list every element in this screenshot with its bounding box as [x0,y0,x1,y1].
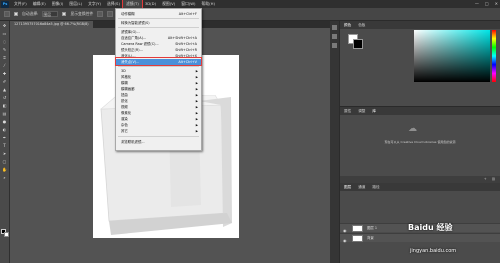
menu-item-browse-online[interactable]: 浏览联机滤镜... [116,139,201,145]
marquee-icon[interactable]: ▭ [2,31,8,37]
auto-select-label: 自动选择: [22,11,39,16]
layer-row[interactable]: ◉ 背景 [340,233,500,245]
panel-icon-strip [330,21,340,263]
menu-edit[interactable]: 编辑(E) [30,0,49,8]
document-tab[interactable]: 1271395757016a84a5.jpg @ 66.7%(RGB/8) [10,21,93,28]
menu-help[interactable]: 帮助(H) [199,0,218,8]
tab-libraries[interactable]: 库 [372,109,376,114]
close-icon[interactable]: ✕ [495,0,498,8]
options-bar: 自动选择: 图层 显示变换控件 [0,8,500,21]
chevron-right-icon: ▶ [195,129,198,133]
auto-select-checkbox[interactable] [14,12,18,16]
highlight-box-vanishing-point [115,57,202,66]
watermark-url: jingyan.baidu.com [410,248,457,254]
properties-panel-icon[interactable] [332,34,337,39]
eyedropper-icon[interactable]: ⁄ [2,63,8,69]
menu-separator [118,66,199,67]
gradient-icon[interactable]: ▤ [2,111,8,117]
maximize-icon[interactable]: □ [485,0,489,8]
auto-select-dropdown[interactable]: 图层 [42,11,59,17]
tab-channels[interactable]: 通道 [358,185,365,190]
menu-item-last-filter[interactable]: 动作模糊 Alt+Ctrl+F [116,11,201,17]
eraser-icon[interactable]: ◧ [2,103,8,109]
type-icon[interactable]: T [2,143,8,149]
trash-icon[interactable]: ▥ [492,177,495,181]
libraries-message: 现在可以从 Creative Cloud Libraries 使用您的资源 [384,140,456,144]
tab-adjustments[interactable]: 调整 [358,109,365,114]
show-transform-label: 显示变换控件 [70,11,94,16]
menu-filter[interactable]: 滤镜(T) [121,0,143,9]
align-middle-icon[interactable] [107,11,114,17]
stamp-icon[interactable]: ▲ [2,87,8,93]
shape-icon[interactable]: ▢ [2,159,8,165]
hand-icon[interactable]: ✋ [2,167,8,173]
layer-name: 图层 1 [367,226,378,230]
color-picker-field[interactable] [414,30,490,82]
menu-select[interactable]: 选择(S) [104,0,123,8]
color-panel-tabs: 颜色 色板 [340,21,500,29]
blur-icon[interactable]: ● [2,119,8,125]
menu-bar: Ps 文件(F) 编辑(E) 图像(I) 图层(L) 文字(Y) 选择(S) 滤… [0,0,500,9]
layer-name: 背景 [367,236,374,240]
window-controls: — □ ✕ [475,0,498,8]
add-icon[interactable]: + [484,177,487,181]
layer-thumbnail [352,225,363,232]
align-top-icon[interactable] [97,11,104,17]
character-panel-icon[interactable] [332,43,337,48]
brush-icon[interactable]: ✐ [2,79,8,85]
libraries-panel-tabs: 属性 调整 库 [340,107,500,115]
layer-thumbnail [352,235,363,242]
menu-separator [118,136,199,137]
lasso-icon[interactable]: ◌ [2,39,8,45]
dodge-icon[interactable]: ◐ [2,127,8,133]
tab-color[interactable]: 颜色 [344,23,351,28]
tab-properties[interactable]: 属性 [344,109,351,114]
move-tool-icon[interactable] [4,11,10,17]
hue-slider[interactable] [492,30,496,82]
libraries-panel: 属性 调整 库 [340,107,500,182]
watermark-brand: Baidu 经验 [408,223,453,232]
tab-paths[interactable]: 路径 [372,185,379,190]
quick-select-icon[interactable]: ✎ [2,47,8,53]
menu-view[interactable]: 视图(V) [159,0,178,8]
menu-type[interactable]: 文字(Y) [85,0,104,8]
cloud-icon: ☁ [408,124,417,134]
show-transform-checkbox[interactable] [62,12,67,16]
menu-layer[interactable]: 图层(L) [66,0,85,8]
menu-image[interactable]: 图像(I) [49,0,67,8]
background-color-swatch[interactable] [4,232,9,237]
tab-swatches[interactable]: 色板 [358,23,365,28]
path-select-icon[interactable]: ➤ [2,151,8,157]
tab-layers[interactable]: 图层 [344,185,351,190]
panel-background-swatch[interactable] [353,39,363,49]
pen-icon[interactable]: ✒ [2,135,8,141]
menu-item-smart-filter[interactable]: 转换为智能滤镜(S) [116,20,201,26]
layers-panel-tabs: 图层 通道 路径 [340,183,500,191]
crop-icon[interactable]: ⌗ [2,55,8,61]
menu-item-other[interactable]: 其它 ▶ [116,128,201,134]
filter-menu: 动作模糊 Alt+Ctrl+F 转换为智能滤镜(S) 滤镜库(G)... 自适应广… [115,8,202,151]
menu-file[interactable]: 文件(F) [11,0,30,8]
history-brush-icon[interactable]: ↺ [2,95,8,101]
move-icon[interactable]: ✥ [2,23,8,29]
libraries-toolbar: + ▥ [340,176,500,182]
menu-separator [118,27,199,28]
menu-window[interactable]: 窗口(W) [178,0,198,8]
menu-3d[interactable]: 3D(D) [142,0,159,8]
zoom-icon[interactable]: ⌕ [2,175,8,181]
photoshop-logo: Ps [1,0,9,8]
menu-separator [118,18,199,19]
eye-icon[interactable]: ◉ [343,236,347,245]
history-panel-icon[interactable] [332,25,337,30]
minimize-icon[interactable]: — [475,0,479,8]
healing-icon[interactable]: ✚ [2,71,8,77]
tools-panel: ✥ ▭ ◌ ✎ ⌗ ⁄ ✚ ✐ ▲ ↺ ◧ ▤ ● ◐ ✒ T ➤ ▢ ✋ ⌕ [0,21,10,263]
